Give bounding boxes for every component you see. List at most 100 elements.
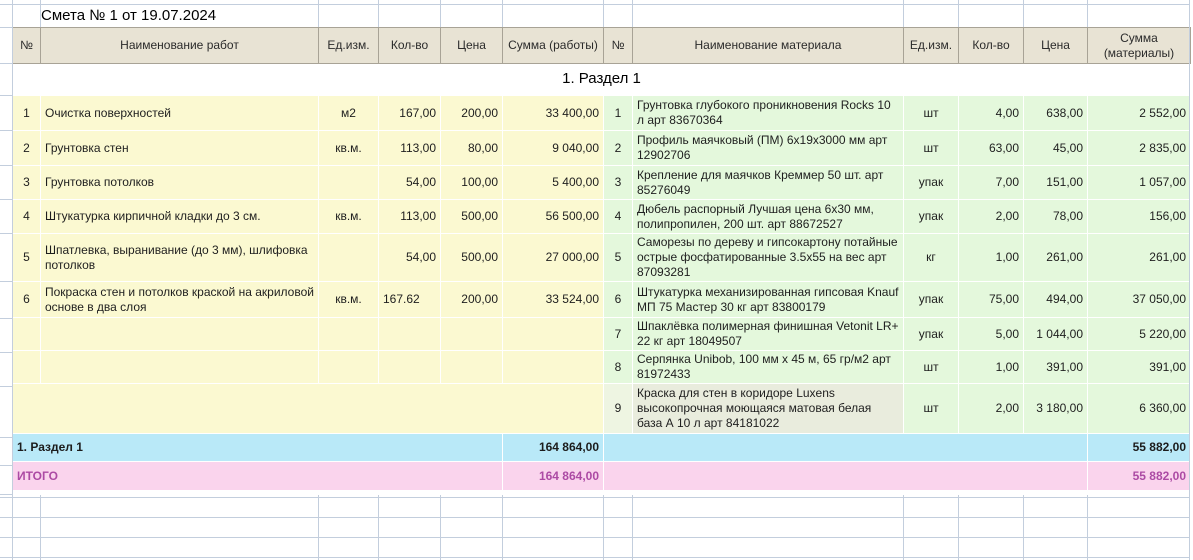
- materials-cell-unit[interactable]: упак: [903, 165, 959, 200]
- empty-works-merged-cell[interactable]: [12, 383, 604, 434]
- materials-cell-num[interactable]: 9: [603, 383, 633, 434]
- grand-total-label[interactable]: ИТОГО: [12, 461, 503, 491]
- works-cell-qty[interactable]: 54,00: [378, 233, 441, 282]
- materials-cell-name[interactable]: Краска для стен в коридоре Luxens высоко…: [632, 383, 904, 434]
- section-total-materials-sum[interactable]: 55 882,00: [1087, 433, 1191, 462]
- works-cell-price[interactable]: 500,00: [440, 199, 503, 234]
- materials-cell-num[interactable]: 7: [603, 317, 633, 351]
- works-cell-qty[interactable]: 167,00: [378, 95, 441, 131]
- works-cell-qty[interactable]: 167.62: [378, 281, 441, 318]
- materials-cell-qty[interactable]: 2,00: [958, 383, 1024, 434]
- works-cell-price[interactable]: 80,00: [440, 130, 503, 166]
- sheet-title[interactable]: Смета № 1 от 19.07.2024: [41, 5, 216, 27]
- works-cell-unit[interactable]: [318, 233, 379, 282]
- materials-cell-price[interactable]: 638,00: [1023, 95, 1088, 131]
- works-cell-name[interactable]: Шпатлевка, выранивание (до 3 мм), шлифов…: [40, 233, 319, 282]
- works-header-qty[interactable]: Кол-во: [378, 27, 441, 64]
- materials-cell-num[interactable]: 2: [603, 130, 633, 166]
- materials-cell-name[interactable]: Дюбель распорный Лучшая цена 6х30 мм, по…: [632, 199, 904, 234]
- works-cell-qty[interactable]: 113,00: [378, 130, 441, 166]
- materials-cell-name[interactable]: Крепление для маячков Креммер 50 шт. арт…: [632, 165, 904, 200]
- section-total-label[interactable]: 1. Раздел 1: [12, 433, 503, 462]
- materials-cell-sum[interactable]: 391,00: [1087, 350, 1191, 384]
- materials-header-name[interactable]: Наименование материала: [632, 27, 904, 64]
- materials-cell-name[interactable]: Шпаклёвка полимерная финишная Vetonit LR…: [632, 317, 904, 351]
- materials-cell-unit[interactable]: шт: [903, 130, 959, 166]
- empty-works-cell[interactable]: [318, 350, 379, 384]
- materials-cell-num[interactable]: 4: [603, 199, 633, 234]
- empty-works-cell[interactable]: [40, 317, 319, 351]
- grand-total-works-sum[interactable]: 164 864,00: [502, 461, 604, 491]
- materials-cell-unit[interactable]: упак: [903, 317, 959, 351]
- materials-cell-unit[interactable]: кг: [903, 233, 959, 282]
- works-cell-name[interactable]: Штукатурка кирпичной кладки до 3 см.: [40, 199, 319, 234]
- works-header-num[interactable]: №: [12, 27, 41, 64]
- empty-works-cell[interactable]: [502, 317, 604, 351]
- materials-cell-price[interactable]: 3 180,00: [1023, 383, 1088, 434]
- works-cell-unit[interactable]: кв.м.: [318, 199, 379, 234]
- materials-cell-name[interactable]: Саморезы по дереву и гипсокартону потайн…: [632, 233, 904, 282]
- materials-cell-num[interactable]: 3: [603, 165, 633, 200]
- materials-cell-num[interactable]: 6: [603, 281, 633, 318]
- materials-cell-unit[interactable]: упак: [903, 281, 959, 318]
- empty-works-cell[interactable]: [12, 350, 41, 384]
- materials-cell-qty[interactable]: 63,00: [958, 130, 1024, 166]
- materials-cell-qty[interactable]: 4,00: [958, 95, 1024, 131]
- grand-total-materials-sum[interactable]: 55 882,00: [1087, 461, 1191, 491]
- works-cell-num[interactable]: 4: [12, 199, 41, 234]
- works-cell-sum[interactable]: 9 040,00: [502, 130, 604, 166]
- materials-cell-sum[interactable]: 1 057,00: [1087, 165, 1191, 200]
- section-total-works-sum[interactable]: 164 864,00: [502, 433, 604, 462]
- works-header-name[interactable]: Наименование работ: [40, 27, 319, 64]
- works-cell-unit[interactable]: кв.м.: [318, 281, 379, 318]
- works-cell-unit[interactable]: м2: [318, 95, 379, 131]
- materials-cell-unit[interactable]: шт: [903, 95, 959, 131]
- materials-cell-qty[interactable]: 1,00: [958, 233, 1024, 282]
- works-cell-num[interactable]: 1: [12, 95, 41, 131]
- materials-cell-qty[interactable]: 75,00: [958, 281, 1024, 318]
- works-cell-sum[interactable]: 27 000,00: [502, 233, 604, 282]
- materials-cell-unit[interactable]: шт: [903, 383, 959, 434]
- works-cell-num[interactable]: 6: [12, 281, 41, 318]
- works-cell-name[interactable]: Покраска стен и потолков краской на акри…: [40, 281, 319, 318]
- works-header-unit[interactable]: Ед.изм.: [318, 27, 379, 64]
- works-header-price[interactable]: Цена: [440, 27, 503, 64]
- materials-cell-qty[interactable]: 1,00: [958, 350, 1024, 384]
- works-cell-sum[interactable]: 5 400,00: [502, 165, 604, 200]
- materials-cell-name[interactable]: Грунтовка глубокого проникновения Rocks …: [632, 95, 904, 131]
- works-cell-price[interactable]: 200,00: [440, 95, 503, 131]
- works-header-sum[interactable]: Сумма (работы): [502, 27, 604, 64]
- materials-cell-qty[interactable]: 2,00: [958, 199, 1024, 234]
- works-cell-sum[interactable]: 33 524,00: [502, 281, 604, 318]
- materials-cell-price[interactable]: 1 044,00: [1023, 317, 1088, 351]
- works-cell-price[interactable]: 500,00: [440, 233, 503, 282]
- materials-header-num[interactable]: №: [603, 27, 633, 64]
- materials-cell-qty[interactable]: 7,00: [958, 165, 1024, 200]
- works-cell-unit[interactable]: кв.м.: [318, 130, 379, 166]
- empty-works-cell[interactable]: [440, 317, 503, 351]
- works-cell-sum[interactable]: 33 400,00: [502, 95, 604, 131]
- section-total-spacer[interactable]: [603, 433, 1088, 462]
- materials-cell-qty[interactable]: 5,00: [958, 317, 1024, 351]
- materials-cell-sum[interactable]: 5 220,00: [1087, 317, 1191, 351]
- materials-header-qty[interactable]: Кол-во: [958, 27, 1024, 64]
- materials-cell-sum[interactable]: 2 552,00: [1087, 95, 1191, 131]
- empty-works-cell[interactable]: [502, 350, 604, 384]
- works-cell-num[interactable]: 3: [12, 165, 41, 200]
- materials-cell-sum[interactable]: 261,00: [1087, 233, 1191, 282]
- works-cell-num[interactable]: 2: [12, 130, 41, 166]
- works-cell-qty[interactable]: 113,00: [378, 199, 441, 234]
- materials-header-price[interactable]: Цена: [1023, 27, 1088, 64]
- empty-works-cell[interactable]: [318, 317, 379, 351]
- materials-cell-price[interactable]: 261,00: [1023, 233, 1088, 282]
- empty-works-cell[interactable]: [12, 317, 41, 351]
- works-cell-unit[interactable]: [318, 165, 379, 200]
- materials-cell-num[interactable]: 5: [603, 233, 633, 282]
- materials-header-unit[interactable]: Ед.изм.: [903, 27, 959, 64]
- works-cell-name[interactable]: Грунтовка стен: [40, 130, 319, 166]
- materials-header-sum[interactable]: Сумма (материалы): [1087, 27, 1191, 64]
- materials-cell-price[interactable]: 151,00: [1023, 165, 1088, 200]
- materials-cell-unit[interactable]: шт: [903, 350, 959, 384]
- materials-cell-name[interactable]: Профиль маячковый (ПМ) 6х19х3000 мм арт …: [632, 130, 904, 166]
- works-cell-price[interactable]: 200,00: [440, 281, 503, 318]
